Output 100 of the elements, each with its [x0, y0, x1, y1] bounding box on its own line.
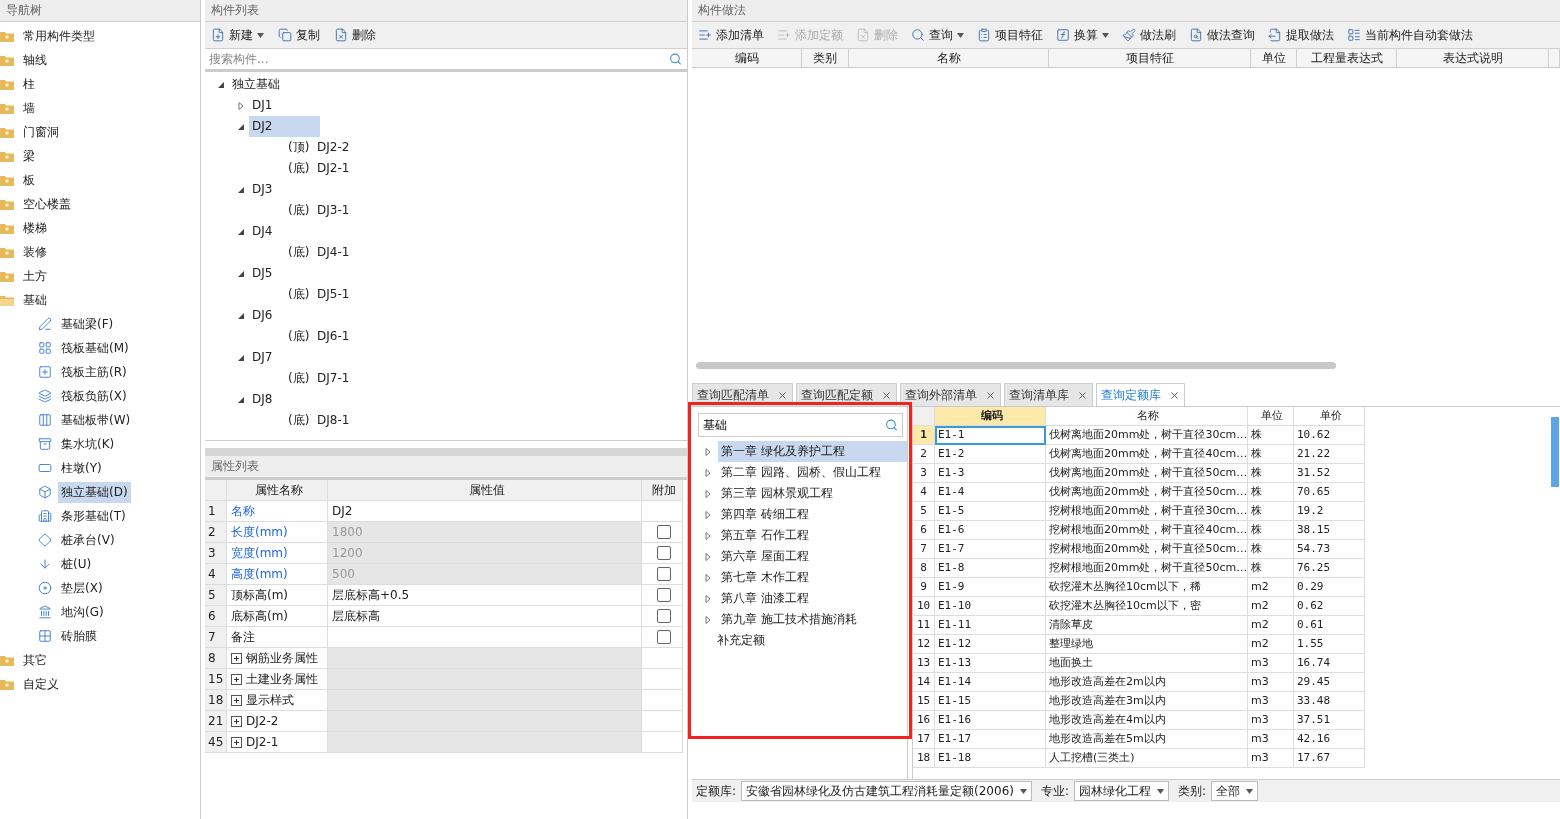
expand-arrow-icon[interactable] [704, 573, 712, 582]
chapter-item[interactable]: 第三章 园林景观工程 [718, 483, 836, 504]
nav-tree-item[interactable]: 桩(U) [58, 553, 95, 575]
toolbar-button[interactable]: 查询 [911, 26, 964, 44]
tree-item[interactable]: DJ2 [249, 116, 321, 137]
close-icon[interactable] [1169, 389, 1180, 401]
dropdown[interactable]: 安徽省园林绿化及仿古建筑工程消耗量定额(2006) [741, 781, 1032, 801]
nav-tree-item[interactable]: 筏板主筋(R) [58, 361, 130, 383]
expand-arrow-icon[interactable] [704, 447, 712, 456]
expand-arrow-icon[interactable] [704, 552, 712, 561]
expand-arrow-icon[interactable] [704, 489, 712, 498]
checkbox[interactable] [657, 630, 671, 644]
collapse-arrow-icon[interactable] [237, 353, 245, 362]
search-field[interactable]: 基础 [698, 413, 903, 437]
checkbox[interactable] [657, 567, 671, 581]
tree-item[interactable]: (底) DJ3-1 [285, 200, 353, 221]
checkbox[interactable] [657, 525, 671, 539]
tree-item[interactable]: (底) DJ7-1 [285, 368, 353, 389]
tree-item[interactable]: DJ1 [249, 95, 276, 116]
toolbar-button[interactable]: 新建 [211, 26, 264, 44]
toolbar-button[interactable]: 添加清单 [698, 26, 764, 44]
close-icon[interactable] [777, 389, 788, 401]
search-icon[interactable] [885, 418, 898, 432]
nav-tree-item[interactable]: 轴线 [20, 49, 50, 71]
close-icon[interactable] [1077, 389, 1088, 401]
expand-arrow-icon[interactable] [704, 510, 712, 519]
tree-item[interactable]: 独立基础 [229, 74, 283, 95]
tree-item[interactable]: DJ5 [249, 263, 276, 284]
tab[interactable]: 查询匹配定额 [796, 383, 897, 406]
collapse-arrow-icon[interactable] [237, 227, 245, 236]
property-value[interactable]: 层底标高+0.5 [328, 585, 642, 606]
nav-tree-item[interactable]: 其它 [20, 649, 50, 671]
chapter-item[interactable]: 第一章 绿化及养护工程 [718, 441, 907, 462]
checkbox[interactable] [657, 588, 671, 602]
nav-tree-item[interactable]: 梁 [20, 145, 38, 167]
collapse-arrow-icon[interactable] [237, 311, 245, 320]
tree-item[interactable]: (底) DJ6-1 [285, 326, 353, 347]
chapter-item[interactable]: 第二章 园路、园桥、假山工程 [718, 462, 884, 483]
nav-tree-item[interactable]: 条形基础(T) [58, 505, 129, 527]
expand-arrow-icon[interactable] [704, 531, 712, 540]
chapter-item[interactable]: 第八章 油漆工程 [718, 588, 812, 609]
property-value[interactable]: DJ2 [328, 501, 642, 522]
tree-item[interactable]: DJ4 [249, 221, 276, 242]
chapter-item[interactable]: 第九章 施工技术措施消耗 [718, 609, 860, 630]
toolbar-button[interactable]: 删除 [334, 26, 376, 44]
toolbar-button[interactable]: 项目特征 [977, 26, 1043, 44]
nav-tree-item[interactable]: 楼梯 [20, 217, 50, 239]
nav-tree-item[interactable]: 土方 [20, 265, 50, 287]
toolbar-button[interactable]: 提取做法 [1268, 26, 1334, 44]
collapse-arrow-icon[interactable] [237, 185, 245, 194]
tree-item[interactable]: (底) DJ5-1 [285, 284, 353, 305]
nav-tree-item[interactable]: 自定义 [20, 673, 62, 695]
tree-item[interactable]: DJ6 [249, 305, 276, 326]
expand-icon[interactable] [231, 673, 242, 685]
nav-tree-item[interactable]: 桩承台(V) [58, 529, 118, 551]
tab[interactable]: 查询匹配清单 [692, 383, 793, 406]
chapter-item[interactable]: 补充定额 [714, 630, 768, 651]
nav-tree-item[interactable]: 门窗洞 [20, 121, 62, 143]
nav-tree-item[interactable]: 柱 [20, 73, 38, 95]
collapse-arrow-icon[interactable] [217, 80, 225, 89]
tree-item[interactable]: (顶) DJ2-2 [285, 137, 353, 158]
tree-item[interactable]: (底) DJ4-1 [285, 242, 353, 263]
chapter-item[interactable]: 第六章 屋面工程 [718, 546, 812, 567]
dropdown[interactable]: 全部 [1211, 781, 1259, 801]
collapse-arrow-icon[interactable] [237, 122, 245, 131]
tree-item[interactable]: DJ3 [249, 179, 276, 200]
expand-icon[interactable] [231, 694, 242, 706]
expand-icon[interactable] [231, 736, 242, 748]
collapse-arrow-icon[interactable] [237, 395, 245, 404]
expand-arrow-icon[interactable] [704, 594, 712, 603]
nav-tree-item[interactable]: 地沟(G) [58, 601, 107, 623]
search-icon[interactable] [669, 52, 682, 66]
expand-arrow-icon[interactable] [704, 468, 712, 477]
expand-arrow-icon[interactable] [237, 101, 245, 110]
nav-tree-item[interactable]: 砖胎膜 [58, 625, 100, 647]
expand-icon[interactable] [231, 652, 242, 664]
nav-tree-item[interactable]: 空心楼盖 [20, 193, 74, 215]
nav-tree-item[interactable]: 独立基础(D) [58, 481, 131, 503]
expand-arrow-icon[interactable] [704, 615, 712, 624]
toolbar-button[interactable]: 当前构件自动套做法 [1347, 26, 1473, 44]
nav-tree-item[interactable]: 基础板带(W) [58, 409, 134, 431]
nav-tree-item[interactable]: 集水坑(K) [58, 433, 118, 455]
tab[interactable]: 查询清单库 [1004, 383, 1093, 406]
nav-tree-item[interactable]: 基础梁(F) [58, 313, 117, 335]
nav-tree-item[interactable]: 柱墩(Y) [58, 457, 105, 479]
tree-item[interactable]: (底) DJ2-1 [285, 158, 353, 179]
collapse-arrow-icon[interactable] [237, 269, 245, 278]
checkbox[interactable] [657, 609, 671, 623]
nav-tree-item[interactable]: 墙 [20, 97, 38, 119]
toolbar-button[interactable]: 做法刷 [1122, 26, 1176, 44]
nav-tree-item[interactable]: 常用构件类型 [20, 25, 98, 47]
nav-tree-item[interactable]: 筏板负筋(X) [58, 385, 130, 407]
chapter-item[interactable]: 第四章 砖细工程 [718, 504, 812, 525]
tab[interactable]: 查询外部清单 [900, 383, 1001, 406]
tree-item[interactable]: DJ7 [249, 347, 276, 368]
tree-item[interactable]: DJ8 [249, 389, 276, 410]
toolbar-button[interactable]: 做法查询 [1189, 26, 1255, 44]
chapter-item[interactable]: 第五章 石作工程 [718, 525, 812, 546]
nav-tree-item[interactable]: 筏板基础(M) [58, 337, 132, 359]
toolbar-button[interactable]: 换算 [1056, 26, 1109, 44]
